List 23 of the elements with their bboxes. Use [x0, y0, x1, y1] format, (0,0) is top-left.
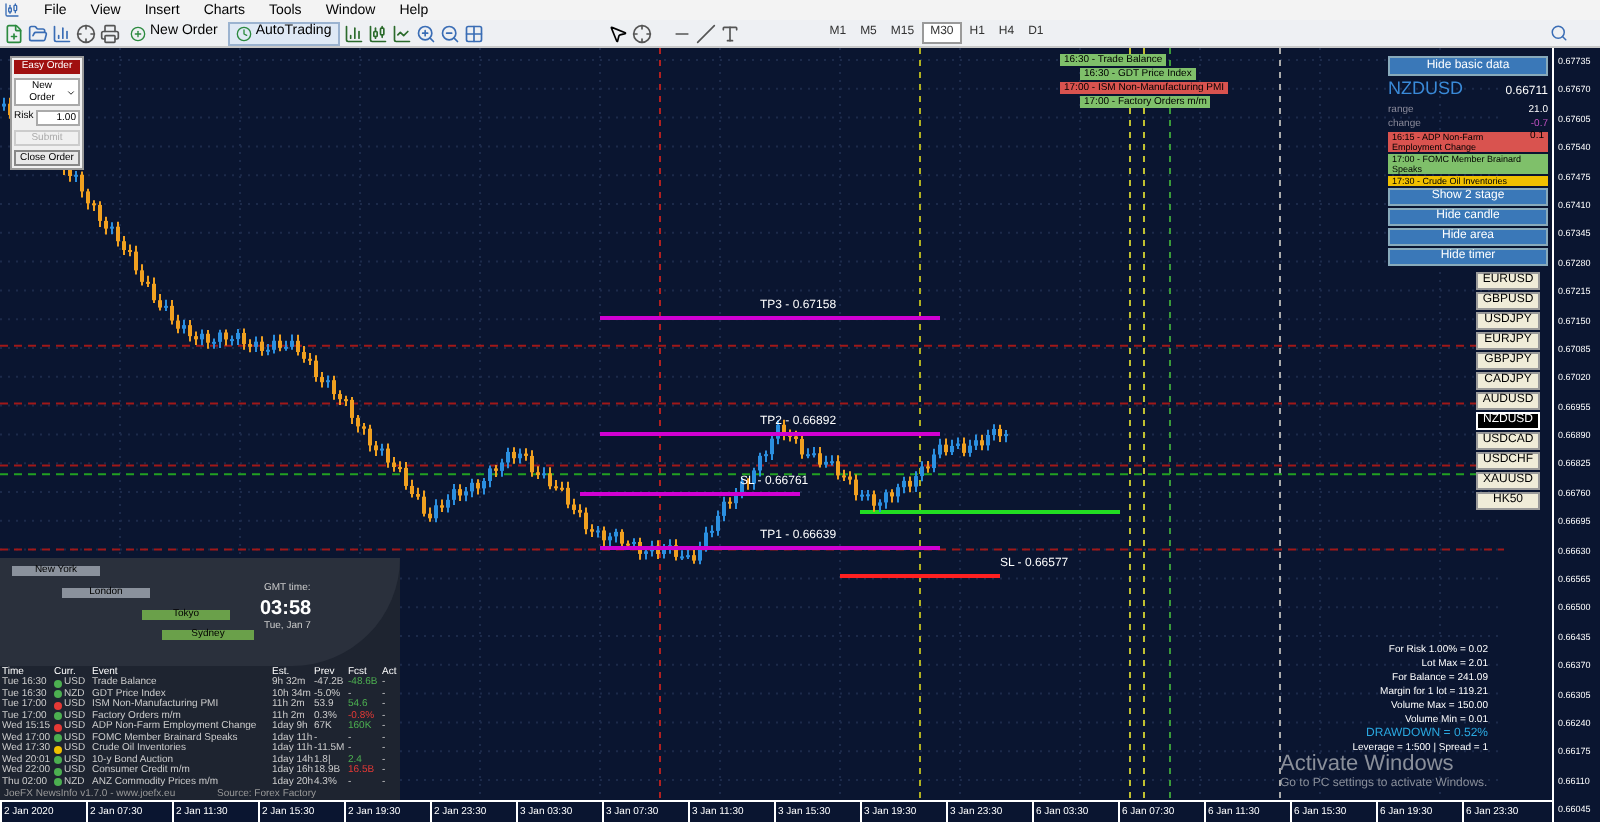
chart-icon[interactable]	[52, 23, 72, 43]
cursor-icon[interactable]	[607, 23, 628, 43]
bar-chart-icon[interactable]	[343, 23, 364, 43]
trend-line-icon[interactable]	[695, 23, 716, 43]
printer-icon[interactable]	[100, 23, 120, 43]
crosshair-icon[interactable]	[631, 23, 652, 43]
chevron-down-icon	[66, 87, 76, 97]
zoom-in-icon[interactable]	[415, 23, 436, 43]
line-chart-icon[interactable]	[391, 23, 412, 43]
zoom-out-icon[interactable]	[439, 23, 460, 43]
folder-icon[interactable]	[28, 23, 48, 43]
candlestick-icon[interactable]	[367, 23, 388, 43]
app-icon	[4, 2, 20, 18]
symbol-name: NZDUSD	[1388, 78, 1463, 98]
clock-icon	[235, 25, 252, 41]
tile-windows-icon[interactable]	[463, 23, 484, 43]
text-icon[interactable]	[719, 23, 740, 43]
activation-title: Activate Windows	[1280, 752, 1456, 776]
new-chart-icon[interactable]	[4, 23, 24, 43]
crosshair-icon[interactable]	[76, 23, 96, 43]
gmt-time: 03:58	[260, 596, 312, 621]
plus-icon	[130, 25, 146, 41]
search-icon[interactable]	[1550, 24, 1568, 42]
